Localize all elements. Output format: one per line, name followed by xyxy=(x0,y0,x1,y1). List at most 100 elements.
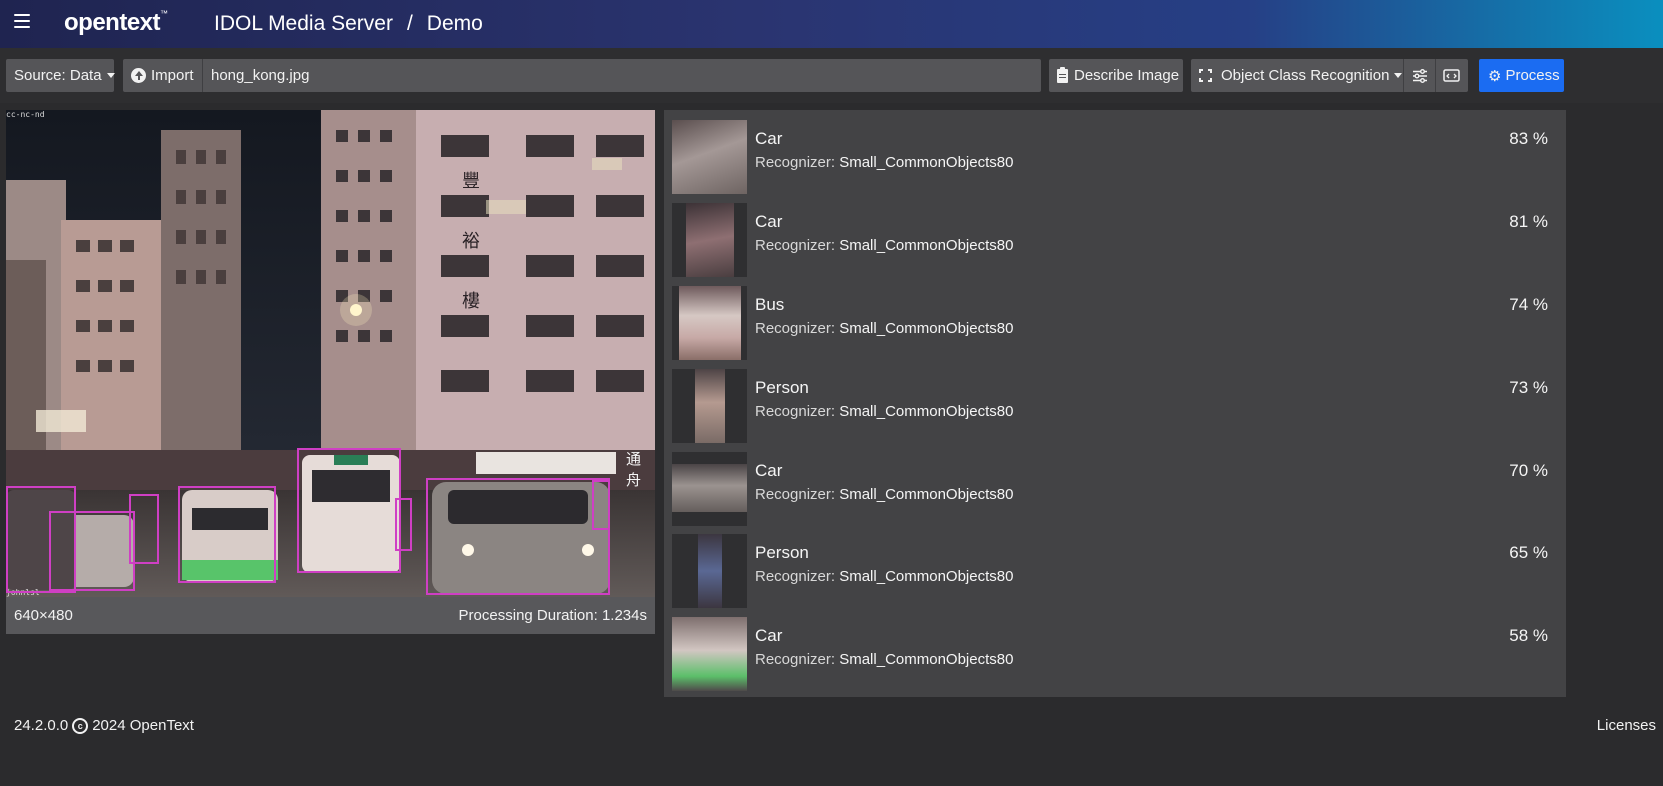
code-view-button[interactable] xyxy=(1435,59,1467,92)
brand-name: opentext xyxy=(64,9,161,36)
result-item[interactable]: Bus Recognizer: Small_CommonObjects80 74… xyxy=(664,285,1566,361)
version: 24.2.0.0 xyxy=(14,717,69,734)
result-recognizer: Recognizer: Small_CommonObjects80 xyxy=(755,568,1013,585)
app-name: IDOL Media Server xyxy=(214,12,393,35)
file-name-value: hong_kong.jpg xyxy=(211,67,310,84)
process-label: Process xyxy=(1505,67,1560,84)
result-recognizer: Recognizer: Small_CommonObjects80 xyxy=(755,320,1013,337)
result-recognizer: Recognizer: Small_CommonObjects80 xyxy=(755,486,1013,503)
recognizer-label: Recognizer: xyxy=(755,486,836,503)
result-thumbnail xyxy=(672,203,747,277)
result-confidence: 65 % xyxy=(1509,543,1548,562)
detection-box[interactable] xyxy=(297,448,401,573)
opentext-logo: opentext™ xyxy=(64,9,168,37)
copyright-icon: c xyxy=(72,717,89,734)
building-sign-char: 裕 xyxy=(462,231,480,251)
result-thumbnail xyxy=(672,452,747,526)
processing-duration: Processing Duration: 1.234s xyxy=(459,607,647,624)
recognizer-label: Recognizer: xyxy=(755,320,836,337)
result-label: Person xyxy=(755,543,809,562)
import-group: Import hong_kong.jpg xyxy=(123,59,1041,92)
detection-box[interactable] xyxy=(426,478,610,595)
detection-box[interactable] xyxy=(129,494,159,564)
result-item[interactable]: Car Recognizer: Small_CommonObjects80 83… xyxy=(664,119,1566,195)
side-sign: 通舟 xyxy=(626,451,642,489)
result-thumbnail xyxy=(672,369,747,443)
chevron-down-icon xyxy=(1394,73,1403,78)
detection-box[interactable] xyxy=(178,486,276,583)
result-label: Car xyxy=(755,212,783,231)
building-sign-char: 樓 xyxy=(462,291,480,311)
process-button[interactable]: ⚙ Process xyxy=(1479,59,1564,92)
result-item[interactable]: Car Recognizer: Small_CommonObjects80 70… xyxy=(664,451,1566,527)
analysis-label: Object Class Recognition xyxy=(1221,67,1390,84)
import-button[interactable]: Import xyxy=(123,59,203,92)
source-label: Source: Data xyxy=(14,67,102,84)
result-recognizer: Recognizer: Small_CommonObjects80 xyxy=(755,237,1013,254)
building-sign-char: 豐 xyxy=(462,171,480,191)
result-confidence: 81 % xyxy=(1509,212,1548,231)
footer-copyright: 24.2.0.0 c 2024 OpenText xyxy=(14,717,194,734)
result-confidence: 83 % xyxy=(1509,129,1548,148)
recognizer-label: Recognizer: xyxy=(755,237,836,254)
recognizer-name: Small_CommonObjects80 xyxy=(839,154,1014,171)
toolbar: Source: Data Import hong_kong.jpg Descri… xyxy=(0,48,1663,103)
recognizer-name: Small_CommonObjects80 xyxy=(839,486,1014,503)
recognizer-label: Recognizer: xyxy=(755,568,836,585)
result-label: Bus xyxy=(755,295,785,314)
result-thumbnail xyxy=(672,286,747,360)
focus-frame-icon xyxy=(1199,69,1212,82)
recognizer-name: Small_CommonObjects80 xyxy=(839,237,1014,254)
result-thumbnail xyxy=(672,617,747,691)
result-thumbnail xyxy=(672,534,747,608)
result-label: Car xyxy=(755,129,783,148)
recognizer-label: Recognizer: xyxy=(755,651,836,668)
duration-label: Processing Duration: xyxy=(458,607,598,624)
recognizer-name: Small_CommonObjects80 xyxy=(839,568,1014,585)
duration-value: 1.234s xyxy=(601,607,647,624)
app-header: opentext™ IDOL Media Server / Demo xyxy=(0,0,1663,48)
describe-image-button[interactable]: Describe Image xyxy=(1049,59,1183,92)
image-caption: 640×480 Processing Duration: 1.234s xyxy=(6,597,655,634)
source-image[interactable]: cc-nc-nd johnlsl 豐 裕 樓 通舟 xyxy=(6,110,655,597)
title-separator: / xyxy=(406,12,413,35)
image-panel: cc-nc-nd johnlsl 豐 裕 樓 通舟 640×480 Proces… xyxy=(6,110,655,634)
copyright-text: 2024 OpenText xyxy=(92,717,194,734)
analysis-group: Object Class Recognition xyxy=(1191,59,1468,92)
result-label: Car xyxy=(755,461,783,480)
settings-sliders-button[interactable] xyxy=(1403,59,1435,92)
result-item[interactable]: Person Recognizer: Small_CommonObjects80… xyxy=(664,368,1566,444)
recognizer-name: Small_CommonObjects80 xyxy=(839,403,1014,420)
menu-icon[interactable] xyxy=(14,14,30,30)
result-item[interactable]: Car Recognizer: Small_CommonObjects80 58… xyxy=(664,616,1566,692)
file-name-field[interactable]: hong_kong.jpg xyxy=(203,59,1041,92)
describe-label: Describe Image xyxy=(1074,67,1180,84)
code-window-icon xyxy=(1443,68,1460,82)
page-name: Demo xyxy=(426,12,483,35)
result-confidence: 58 % xyxy=(1509,626,1548,645)
result-confidence: 73 % xyxy=(1509,378,1548,397)
watermark-top: cc-nc-nd xyxy=(6,110,45,119)
result-item[interactable]: Person Recognizer: Small_CommonObjects80… xyxy=(664,533,1566,609)
result-label: Car xyxy=(755,626,783,645)
sliders-icon xyxy=(1412,68,1427,83)
trademark: ™ xyxy=(160,9,168,18)
image-dimensions: 640×480 xyxy=(14,607,73,624)
recognizer-name: Small_CommonObjects80 xyxy=(839,320,1014,337)
result-confidence: 70 % xyxy=(1509,461,1548,480)
detection-box[interactable] xyxy=(6,486,76,593)
result-thumbnail xyxy=(672,120,747,194)
result-item[interactable]: Car Recognizer: Small_CommonObjects80 81… xyxy=(664,202,1566,278)
result-recognizer: Recognizer: Small_CommonObjects80 xyxy=(755,651,1013,668)
licenses-link[interactable]: Licenses xyxy=(1597,717,1656,734)
page-title: IDOL Media Server / Demo xyxy=(214,12,483,36)
source-dropdown[interactable]: Source: Data xyxy=(6,59,115,92)
gear-icon: ⚙ xyxy=(1488,67,1502,85)
detection-box[interactable] xyxy=(395,498,412,551)
result-label: Person xyxy=(755,378,809,397)
analysis-dropdown[interactable]: Object Class Recognition xyxy=(1191,59,1403,92)
detection-box[interactable] xyxy=(592,480,610,530)
chevron-down-icon xyxy=(106,73,115,78)
clipboard-icon xyxy=(1057,66,1068,83)
import-label: Import xyxy=(151,67,194,84)
